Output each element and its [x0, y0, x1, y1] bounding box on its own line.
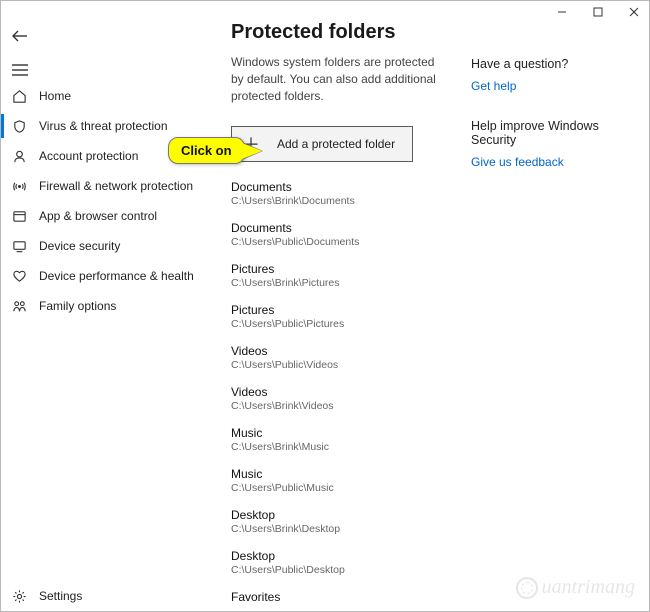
sidebar-item-firewall[interactable]: Firewall & network protection [1, 171, 211, 201]
get-help-link[interactable]: Get help [471, 79, 641, 93]
annotation-callout: Click on [168, 137, 262, 164]
page-title: Protected folders [231, 21, 449, 44]
content-column: Protected folders Windows system folders… [231, 11, 449, 603]
folder-name: Music [231, 467, 449, 481]
folder-path: C:\Users\Brink\Desktop [231, 523, 449, 535]
sidebar-item-label: Family options [39, 299, 116, 313]
folder-name: Videos [231, 385, 449, 399]
folder-name: Documents [231, 221, 449, 235]
sidebar-item-app-browser[interactable]: App & browser control [1, 201, 211, 231]
sidebar-item-label: Account protection [39, 149, 138, 163]
folder-path: C:\Users\Public\Documents [231, 236, 449, 248]
folder-path: C:\Users\Brink\Documents [231, 195, 449, 207]
folder-path: C:\Users\Public\Videos [231, 359, 449, 371]
sidebar-item-home[interactable]: Home [1, 81, 211, 111]
folder-entry[interactable]: DocumentsC:\Users\Public\Documents [231, 221, 449, 248]
folder-entry[interactable]: MusicC:\Users\Public\Music [231, 467, 449, 494]
folder-path: C:\Users\Brink\Pictures [231, 277, 449, 289]
folder-entry[interactable]: VideosC:\Users\Public\Videos [231, 344, 449, 371]
sidebar-item-label: Device security [39, 239, 120, 253]
folder-entry[interactable]: DesktopC:\Users\Public\Desktop [231, 549, 449, 576]
page-description: Windows system folders are protected by … [231, 54, 449, 104]
folder-entry[interactable]: DesktopC:\Users\Brink\Desktop [231, 508, 449, 535]
sidebar-item-label: Virus & threat protection [39, 119, 168, 133]
folder-name: Favorites [231, 590, 449, 603]
device-icon [11, 238, 27, 254]
app-window: Home Virus & threat protection Account p… [0, 0, 650, 612]
folder-entry[interactable]: DocumentsC:\Users\Brink\Documents [231, 180, 449, 207]
protected-folder-list: DocumentsC:\Users\Brink\DocumentsDocumen… [231, 180, 449, 603]
sidebar-item-settings[interactable]: Settings [1, 581, 211, 611]
annotation-text: Click on [168, 137, 245, 164]
person-icon [11, 148, 27, 164]
question-heading: Have a question? [471, 57, 641, 71]
folder-name: Desktop [231, 549, 449, 563]
folder-name: Desktop [231, 508, 449, 522]
folder-name: Music [231, 426, 449, 440]
app-icon [11, 208, 27, 224]
folder-name: Documents [231, 180, 449, 194]
sidebar-item-label: Home [39, 89, 71, 103]
folder-name: Videos [231, 344, 449, 358]
aside-column: Have a question? Get help Help improve W… [471, 11, 641, 603]
shield-icon [11, 118, 27, 134]
folder-name: Pictures [231, 303, 449, 317]
family-icon [11, 298, 27, 314]
menu-button[interactable] [9, 59, 31, 81]
sidebar-item-family[interactable]: Family options [1, 291, 211, 321]
sidebar-item-label: Settings [39, 589, 82, 603]
sidebar-item-label: App & browser control [39, 209, 157, 223]
folder-entry[interactable]: MusicC:\Users\Brink\Music [231, 426, 449, 453]
back-button[interactable] [9, 25, 31, 47]
add-button-label: Add a protected folder [277, 137, 395, 151]
folder-entry[interactable]: PicturesC:\Users\Brink\Pictures [231, 262, 449, 289]
heart-icon [11, 268, 27, 284]
sidebar-item-label: Device performance & health [39, 269, 194, 283]
feedback-link[interactable]: Give us feedback [471, 155, 641, 169]
folder-entry[interactable]: PicturesC:\Users\Public\Pictures [231, 303, 449, 330]
improve-heading: Help improve Windows Security [471, 119, 641, 147]
sidebar-item-label: Firewall & network protection [39, 179, 193, 193]
home-icon [11, 88, 27, 104]
gear-icon [11, 588, 27, 604]
sidebar-item-performance[interactable]: Device performance & health [1, 261, 211, 291]
antenna-icon [11, 178, 27, 194]
folder-entry[interactable]: FavoritesC:\Users\Brink\Favorites [231, 590, 449, 603]
folder-path: C:\Users\Brink\Music [231, 441, 449, 453]
top-nav [9, 25, 31, 81]
folder-path: C:\Users\Public\Desktop [231, 564, 449, 576]
sidebar-item-device-security[interactable]: Device security [1, 231, 211, 261]
main-area: Protected folders Windows system folders… [231, 11, 641, 603]
folder-path: C:\Users\Public\Pictures [231, 318, 449, 330]
folder-entry[interactable]: VideosC:\Users\Brink\Videos [231, 385, 449, 412]
folder-path: C:\Users\Brink\Videos [231, 400, 449, 412]
annotation-arrow [242, 143, 262, 159]
folder-name: Pictures [231, 262, 449, 276]
folder-path: C:\Users\Public\Music [231, 482, 449, 494]
